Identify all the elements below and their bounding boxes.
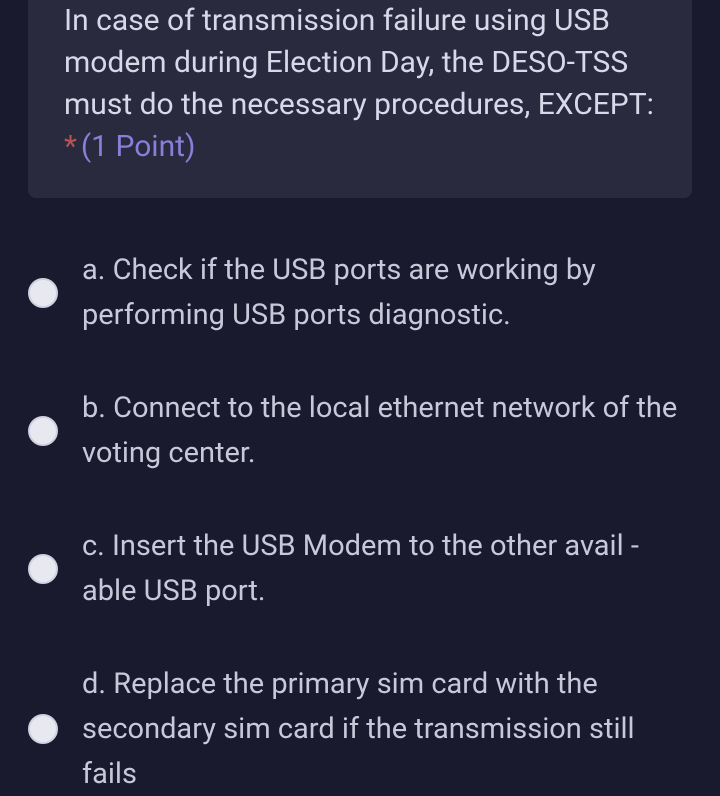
option-row-b[interactable]: b. Connect to the local ethernet network… [28, 386, 692, 476]
option-row-c[interactable]: c. Insert the USB Modem to the other ava… [28, 524, 692, 614]
option-label-b: b. Connect to the local ethernet network… [82, 386, 692, 476]
option-label-c: c. Insert the USB Modem to the other ava… [82, 524, 692, 614]
option-label-d: d. Replace the primary sim card with the… [82, 662, 692, 796]
options-list: a. Check if the USB ports are working by… [0, 198, 720, 796]
option-row-d[interactable]: d. Replace the primary sim card with the… [28, 662, 692, 796]
option-label-a: a. Check if the USB ports are working by… [82, 248, 692, 338]
radio-button-c[interactable] [28, 554, 58, 584]
question-text: In case of transmission failure using US… [64, 3, 654, 122]
points-label: (1 Point) [81, 129, 196, 164]
radio-button-a[interactable] [28, 278, 58, 308]
option-row-a[interactable]: a. Check if the USB ports are working by… [28, 248, 692, 338]
question-card: In case of transmission failure using US… [28, 0, 692, 198]
question-header: In case of transmission failure using US… [64, 0, 656, 168]
radio-button-d[interactable] [28, 714, 58, 744]
radio-button-b[interactable] [28, 416, 58, 446]
required-asterisk: * [64, 129, 77, 164]
